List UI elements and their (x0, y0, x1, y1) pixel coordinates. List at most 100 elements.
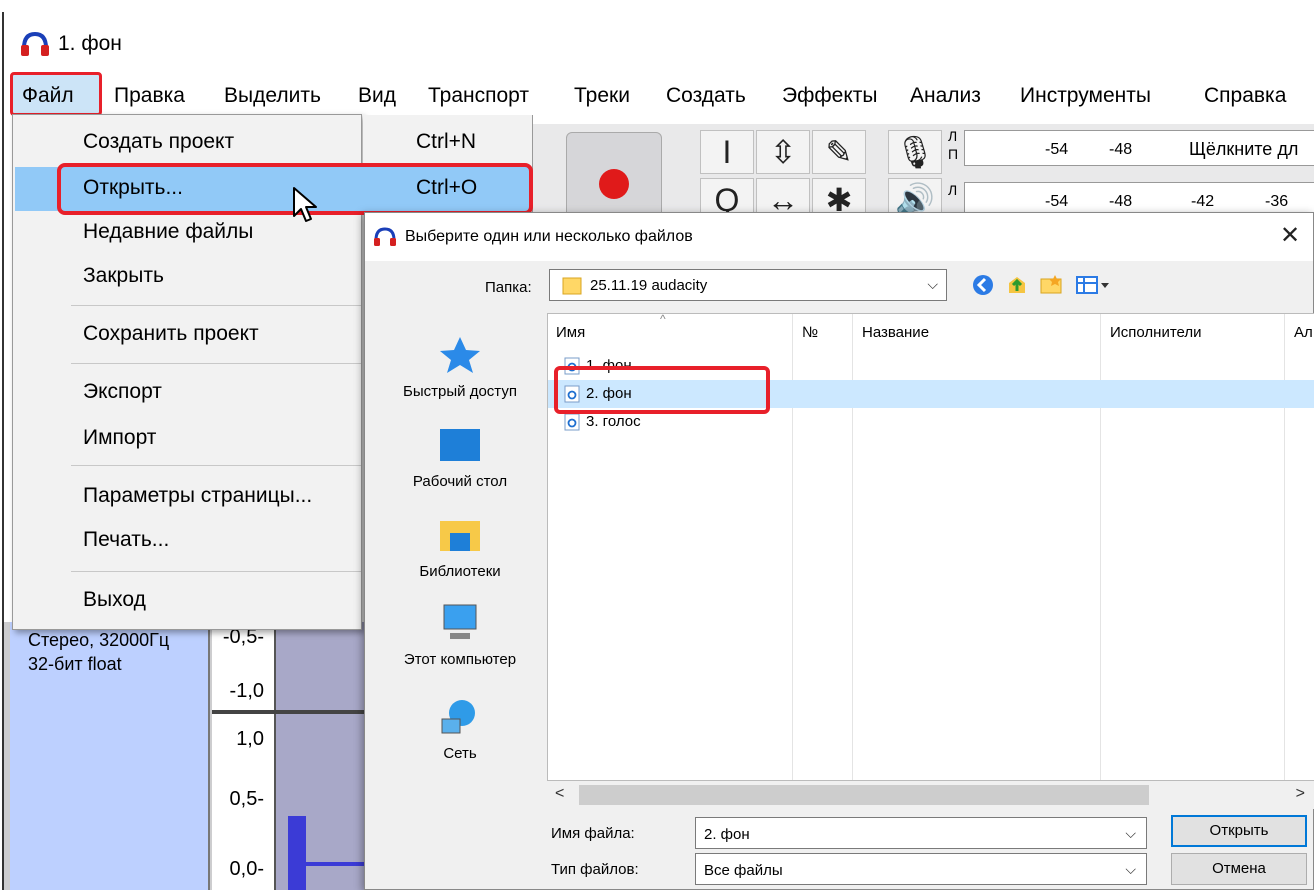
folder-select[interactable]: 25.11.19 audacity ⌵ (549, 269, 947, 301)
menu-item-exit[interactable]: Выход (71, 579, 361, 621)
places-sidebar: Быстрый доступ Рабочий стол Библиотеки Э… (375, 313, 545, 883)
scrollbar-thumb[interactable] (579, 785, 1149, 805)
folder-label: Папка: (485, 279, 532, 296)
filetype-label: Тип файлов: (551, 861, 639, 878)
ruler-label: 1,0 (236, 728, 264, 750)
place-label: Быстрый доступ (403, 383, 517, 400)
menu-item-page-setup[interactable]: Параметры страницы... (71, 475, 361, 517)
envelope-tool-icon[interactable]: ⇳ (756, 130, 810, 174)
new-folder-icon[interactable] (1039, 273, 1063, 297)
folder-value: 25.11.19 audacity (590, 277, 708, 294)
menu-item-label: Печать... (83, 528, 170, 551)
scroll-left-icon[interactable]: < (555, 785, 564, 803)
back-icon[interactable] (971, 273, 995, 297)
menu-separator (71, 465, 361, 466)
column-header-name[interactable]: Имя (556, 324, 585, 341)
previous-text-line (0, 0, 1314, 12)
open-file-dialog: Выберите один или несколько файлов ✕ Пап… (364, 212, 1314, 890)
menu-separator (71, 571, 361, 572)
place-label: Рабочий стол (412, 473, 508, 490)
menu-item-label: Сохранить проект (83, 322, 259, 345)
waveform-area[interactable] (276, 622, 374, 890)
menu-effects[interactable]: Эффекты (778, 82, 881, 110)
menu-transport[interactable]: Транспорт (424, 82, 533, 110)
menu-item-label: Экспорт (83, 380, 162, 403)
menu-tools[interactable]: Инструменты (1016, 82, 1155, 110)
place-this-pc[interactable]: Этот компьютер (375, 603, 545, 668)
column-header-album[interactable]: Ал (1294, 324, 1313, 341)
ruler-label: 0,0- (229, 858, 264, 880)
dialog-title: Выберите один или несколько файлов (405, 228, 693, 245)
draw-tool-icon[interactable]: ✎ (812, 130, 866, 174)
up-folder-icon[interactable] (1005, 273, 1029, 297)
meter-hint: Щёлкните дл (1189, 139, 1299, 159)
headphones-icon (374, 227, 396, 246)
cancel-button[interactable]: Отмена (1171, 853, 1307, 885)
record-meter[interactable]: -54 -48 Щёлкните дл (964, 130, 1314, 166)
title-bar: 1. фон (4, 12, 1314, 68)
place-network[interactable]: Сеть (375, 697, 545, 762)
track-area: Стерео, 32000Гц 32-бит float -0,5- -1,0 … (4, 622, 374, 890)
menu-item-print[interactable]: Печать... (71, 519, 361, 561)
track-separator (212, 710, 276, 714)
folder-icon (562, 277, 582, 295)
library-folder-icon (440, 521, 480, 551)
menu-item-label: Недавние файлы (83, 220, 254, 243)
menu-generate[interactable]: Создать (662, 82, 750, 110)
track-bitdepth: 32-бит float (28, 654, 122, 674)
selection-tool-icon[interactable]: I (700, 130, 754, 174)
column-header-title[interactable]: Название (862, 324, 929, 341)
menu-item-label: Импорт (83, 426, 157, 449)
view-menu-icon[interactable] (1075, 273, 1111, 297)
place-label: Библиотеки (419, 563, 501, 580)
place-desktop[interactable]: Рабочий стол (375, 425, 545, 490)
record-icon (599, 169, 629, 199)
meter-tick: -54 (1045, 193, 1069, 210)
place-label: Сеть (443, 745, 477, 762)
menu-item-import[interactable]: Импорт (71, 417, 361, 459)
filename-input[interactable]: 2. фон ⌵ (695, 817, 1147, 849)
menu-help[interactable]: Справка (1200, 82, 1290, 110)
microphone-icon[interactable]: 🎙 (888, 130, 942, 174)
headphones-icon (21, 31, 49, 56)
menu-item-save-project[interactable]: Сохранить проект (71, 313, 361, 355)
filename-value: 2. фон (704, 826, 750, 843)
open-button[interactable]: Открыть (1171, 815, 1307, 847)
menu-item-label: Выход (83, 588, 146, 611)
meter-channel-r-top: П (948, 146, 959, 162)
place-label: Этот компьютер (403, 651, 517, 668)
horizontal-scrollbar[interactable]: < > (547, 781, 1314, 809)
record-button[interactable] (566, 132, 662, 222)
track-separator (276, 710, 374, 714)
file-name: 3. голос (586, 413, 641, 430)
filetype-value: Все файлы (704, 862, 783, 879)
menu-separator (71, 305, 361, 306)
meter-channel-l-top: Л (948, 128, 958, 144)
menu-item-label: Закрыть (83, 264, 164, 287)
meter-channel-l-bottom: Л (948, 182, 958, 198)
menu-file[interactable]: Файл (18, 82, 78, 110)
menu-item-new-project[interactable]: Создать проект Ctrl+N (71, 121, 476, 163)
column-header-artists[interactable]: Исполнители (1110, 324, 1202, 341)
menu-analyze[interactable]: Анализ (906, 82, 985, 110)
meter-tick: -54 (1045, 141, 1069, 158)
amplitude-ruler: -0,5- -1,0 1,0 0,5- 0,0- (212, 622, 276, 890)
menu-view[interactable]: Вид (354, 82, 400, 110)
menu-select[interactable]: Выделить (220, 82, 325, 110)
window-title: 1. фон (58, 32, 122, 55)
scroll-right-icon[interactable]: > (1296, 785, 1305, 803)
track-info-panel[interactable]: Стерео, 32000Гц 32-бит float (10, 622, 210, 890)
chevron-down-icon: ⌵ (1125, 825, 1136, 841)
menu-item-close[interactable]: Закрыть (71, 255, 361, 297)
audio-file-icon (564, 413, 580, 431)
place-quick-access[interactable]: Быстрый доступ (375, 335, 545, 400)
place-libraries[interactable]: Библиотеки (375, 515, 545, 580)
column-header-number[interactable]: № (802, 324, 818, 341)
filetype-select[interactable]: Все файлы ⌵ (695, 853, 1147, 885)
close-icon[interactable]: ✕ (1275, 221, 1305, 251)
menu-edit[interactable]: Правка (110, 82, 189, 110)
menu-tracks[interactable]: Треки (570, 82, 634, 110)
meter-tick: -36 (1265, 193, 1289, 210)
filename-label: Имя файла: (551, 825, 635, 842)
menu-item-export[interactable]: Экспорт (71, 371, 361, 413)
